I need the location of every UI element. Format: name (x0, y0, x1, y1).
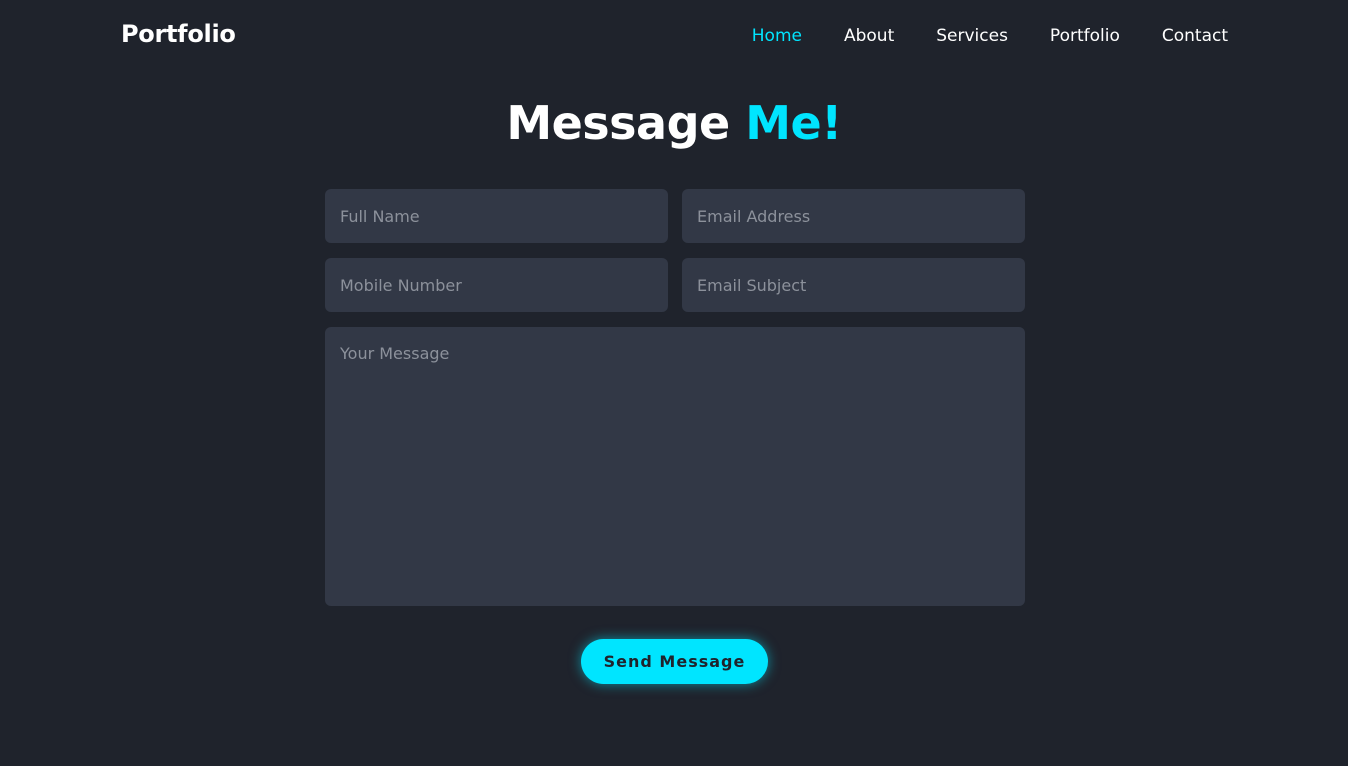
logo-link[interactable]: Portfolio (121, 20, 236, 48)
message-textarea[interactable] (325, 327, 1025, 606)
form-row-2 (325, 258, 1025, 312)
nav-link-home[interactable]: Home (752, 26, 802, 46)
contact-form (325, 189, 1025, 606)
site-header: Portfolio Home About Services Portfolio … (0, 0, 1348, 74)
full-name-input[interactable] (325, 189, 668, 243)
nav-link-portfolio[interactable]: Portfolio (1050, 26, 1120, 46)
nav-link-about[interactable]: About (844, 26, 894, 46)
section-title: Message Me! (0, 96, 1348, 150)
section-title-accent: Me! (745, 96, 842, 150)
send-message-button[interactable]: Send Message (581, 639, 768, 684)
nav-link-services[interactable]: Services (936, 26, 1008, 46)
nav-link-contact[interactable]: Contact (1162, 26, 1228, 46)
page: Portfolio Home About Services Portfolio … (0, 0, 1348, 766)
section-title-main: Message (506, 96, 730, 150)
mobile-number-input[interactable] (325, 258, 668, 312)
email-address-input[interactable] (682, 189, 1025, 243)
form-row-1 (325, 189, 1025, 243)
email-subject-input[interactable] (682, 258, 1025, 312)
main-nav: Home About Services Portfolio Contact (752, 26, 1228, 46)
